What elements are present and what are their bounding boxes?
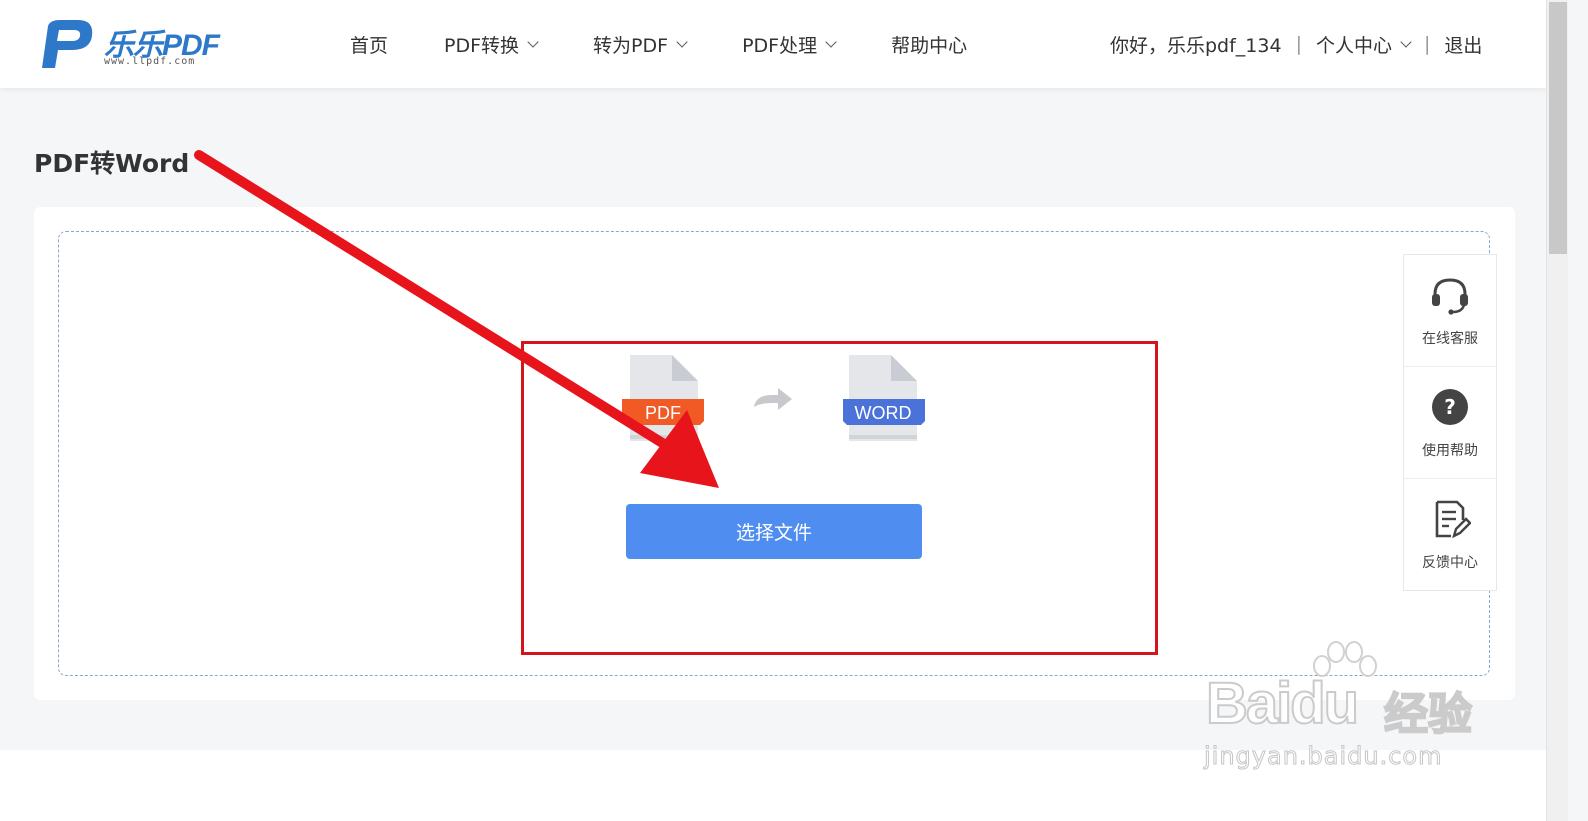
chevron-down-icon	[527, 35, 539, 48]
account-label: 个人中心	[1315, 34, 1392, 57]
nav-label: PDF处理	[742, 34, 818, 57]
watermark-brand: Baidu	[1205, 670, 1360, 737]
chevron-down-icon	[676, 35, 688, 48]
account-menu[interactable]: 个人中心	[1315, 31, 1412, 58]
watermark-url: jingyan.baidu.com	[1203, 742, 1443, 771]
nav-label: 首页	[350, 34, 389, 57]
page-title: PDF转Word	[34, 149, 190, 178]
headset-icon	[1432, 277, 1468, 315]
nav-home[interactable]: 首页	[350, 31, 388, 58]
side-item-label: 使用帮助	[1422, 442, 1478, 459]
page-scrollbar[interactable]	[1546, 0, 1568, 821]
nav-pdf-process[interactable]: PDF处理	[742, 31, 837, 58]
side-item-label: 在线客服	[1422, 330, 1478, 347]
nav-label: 帮助中心	[891, 34, 968, 57]
chevron-down-icon	[1400, 35, 1412, 48]
user-greeting: 你好，乐乐pdf_134	[1110, 34, 1282, 57]
side-item-feedback[interactable]: 反馈中心	[1404, 479, 1496, 591]
svg-text:DF: DF	[58, 56, 76, 70]
help-icon: ?	[1432, 388, 1468, 425]
nav-label: PDF转换	[444, 34, 520, 57]
annotation-highlight-box	[521, 341, 1158, 655]
side-item-help[interactable]: ? 使用帮助	[1404, 367, 1496, 479]
brand-logo[interactable]: DF 乐乐PDF www.llpdf.com	[34, 18, 234, 72]
side-item-label: 反馈中心	[1422, 555, 1478, 571]
svg-text:?: ?	[1444, 395, 1456, 419]
feedback-icon	[1435, 500, 1471, 539]
logo-mark-icon: DF	[42, 20, 93, 70]
logout-link[interactable]: 退出	[1444, 31, 1482, 58]
nav-to-pdf[interactable]: 转为PDF	[593, 31, 688, 58]
top-header: DF 乐乐PDF www.llpdf.com 首页 PDF转换 转为PDF PD…	[0, 0, 1546, 88]
nav-help-center[interactable]: 帮助中心	[891, 31, 967, 58]
watermark-suffix: 经验	[1383, 688, 1473, 741]
nav-pdf-convert[interactable]: PDF转换	[444, 31, 539, 58]
scrollbar-thumb[interactable]	[1549, 2, 1567, 254]
brand-url: www.llpdf.com	[104, 56, 196, 67]
side-tool-panel: 在线客服 ? 使用帮助 反馈中心	[1403, 254, 1497, 591]
side-item-online-service[interactable]: 在线客服	[1404, 255, 1496, 367]
baidu-watermark: Baidu 经验 jingyan.baidu.com	[1200, 640, 1490, 780]
user-area: 你好，乐乐pdf_134 | 个人中心 | 退出	[1110, 0, 1482, 88]
main-nav: 首页 PDF转换 转为PDF PDF处理 帮助中心	[350, 0, 1023, 88]
divider: |	[1295, 33, 1302, 55]
divider: |	[1424, 33, 1431, 55]
chevron-down-icon	[825, 35, 837, 48]
nav-label: 转为PDF	[593, 34, 669, 57]
